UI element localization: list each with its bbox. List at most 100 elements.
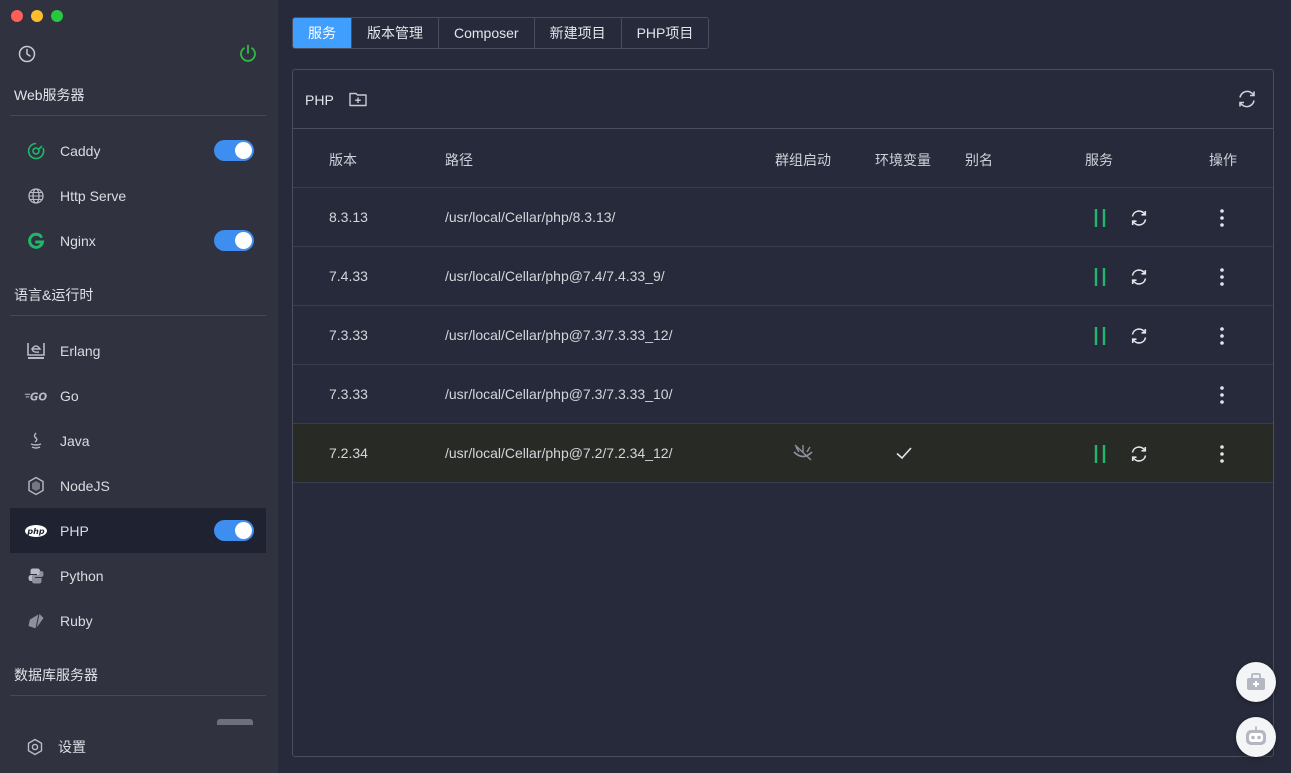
version-cell: 7.3.33 bbox=[329, 327, 368, 343]
table-row: 7.4.33 /usr/local/Cellar/php@7.4/7.4.33_… bbox=[293, 247, 1273, 306]
settings-label: 设置 bbox=[58, 739, 86, 755]
php-service-panel: PHP 版本 路径 群组启动 环境变量 别名 服务 操作 8.3.13 /usr… bbox=[292, 69, 1274, 757]
sidebar-toolbar bbox=[17, 42, 260, 66]
power-icon[interactable] bbox=[238, 43, 258, 68]
pause-icon[interactable] bbox=[1092, 267, 1108, 292]
sidebar-item-label: Ruby bbox=[60, 612, 93, 629]
database-toggle[interactable] bbox=[217, 719, 253, 725]
column-header-group-start: 群组启动 bbox=[775, 152, 831, 168]
column-header-env: 环境变量 bbox=[875, 152, 931, 168]
version-cell: 7.3.33 bbox=[329, 386, 368, 402]
robot-icon bbox=[1243, 725, 1269, 749]
tab-composer[interactable]: Composer bbox=[438, 18, 534, 48]
sidebar-item-label: Java bbox=[60, 432, 90, 449]
app-window: Web服务器 Caddy Http Serve Nginx 语言&运行时 Erl… bbox=[0, 0, 1291, 773]
nodejs-icon bbox=[24, 474, 48, 498]
ruby-icon bbox=[24, 609, 48, 633]
tab-new-project[interactable]: 新建项目 bbox=[533, 18, 621, 48]
section-title-database: 数据库服务器 bbox=[14, 667, 98, 683]
more-options-icon[interactable] bbox=[1218, 267, 1226, 292]
toolbox-button[interactable] bbox=[1236, 662, 1276, 702]
check-icon bbox=[895, 445, 913, 466]
group-start-icon[interactable] bbox=[791, 443, 815, 468]
folder-add-icon[interactable] bbox=[348, 89, 368, 114]
more-options-icon[interactable] bbox=[1218, 385, 1226, 410]
pause-icon[interactable] bbox=[1092, 208, 1108, 233]
svg-text:php: php bbox=[26, 527, 44, 536]
section-title-web: Web服务器 bbox=[14, 87, 85, 103]
sidebar-item-label: Http Serve bbox=[60, 187, 127, 204]
svg-text:GO: GO bbox=[30, 391, 47, 403]
nginx-icon bbox=[24, 229, 48, 253]
globe-icon bbox=[24, 184, 48, 208]
sidebar-item-caddy[interactable]: Caddy bbox=[10, 128, 266, 173]
caddy-icon bbox=[24, 139, 48, 163]
toolbox-icon bbox=[1244, 671, 1268, 693]
column-header-alias: 别名 bbox=[965, 152, 993, 168]
path-cell: /usr/local/Cellar/php/8.3.13/ bbox=[445, 209, 616, 225]
column-header-ops: 操作 bbox=[1209, 152, 1237, 168]
version-cell: 7.2.34 bbox=[329, 445, 368, 461]
more-options-icon[interactable] bbox=[1218, 208, 1226, 233]
table-header: 版本 路径 群组启动 环境变量 别名 服务 操作 bbox=[293, 129, 1273, 188]
tab-service[interactable]: 服务 bbox=[293, 18, 351, 48]
sidebar-item-erlang[interactable]: Erlang bbox=[10, 328, 266, 373]
tab-version-management[interactable]: 版本管理 bbox=[351, 18, 438, 48]
path-cell: /usr/local/Cellar/php@7.4/7.4.33_9/ bbox=[445, 268, 665, 284]
panel-title: PHP bbox=[305, 92, 334, 108]
column-header-service: 服务 bbox=[1085, 152, 1113, 168]
column-header-version: 版本 bbox=[329, 152, 357, 168]
tab-php-projects[interactable]: PHP项目 bbox=[620, 18, 709, 48]
assistant-button[interactable] bbox=[1236, 717, 1276, 757]
nginx-toggle[interactable] bbox=[214, 230, 254, 251]
section-title-languages: 语言&运行时 bbox=[14, 287, 94, 303]
settings-button[interactable]: 设置 bbox=[10, 730, 266, 764]
close-window-button[interactable] bbox=[11, 10, 23, 22]
caddy-toggle[interactable] bbox=[214, 140, 254, 161]
window-controls bbox=[11, 10, 63, 22]
table-row: 7.3.33 /usr/local/Cellar/php@7.3/7.3.33_… bbox=[293, 306, 1273, 365]
sidebar-item-go[interactable]: GO Go bbox=[10, 373, 266, 418]
minimize-window-button[interactable] bbox=[31, 10, 43, 22]
sidebar-item-label: PHP bbox=[60, 522, 89, 539]
php-icon: php bbox=[24, 519, 48, 543]
gear-icon bbox=[26, 738, 44, 756]
refresh-icon[interactable] bbox=[1236, 88, 1258, 115]
table-row: 7.3.33 /usr/local/Cellar/php@7.3/7.3.33_… bbox=[293, 365, 1273, 424]
sidebar-item-label: Nginx bbox=[60, 232, 96, 249]
sidebar-item-label: Caddy bbox=[60, 142, 101, 159]
zoom-window-button[interactable] bbox=[51, 10, 63, 22]
sidebar-item-python[interactable]: Python bbox=[10, 553, 266, 598]
sidebar-item-label: Erlang bbox=[60, 342, 101, 359]
main-content: 服务 版本管理 Composer 新建项目 PHP项目 PHP 版本 路径 群组… bbox=[278, 0, 1291, 773]
sidebar-item-ruby[interactable]: Ruby bbox=[10, 598, 266, 643]
more-options-icon[interactable] bbox=[1218, 326, 1226, 351]
path-cell: /usr/local/Cellar/php@7.3/7.3.33_10/ bbox=[445, 386, 673, 402]
path-cell: /usr/local/Cellar/php@7.2/7.2.34_12/ bbox=[445, 445, 673, 461]
table-row: 7.2.34 /usr/local/Cellar/php@7.2/7.2.34_… bbox=[293, 424, 1273, 483]
sidebar: Web服务器 Caddy Http Serve Nginx 语言&运行时 Erl… bbox=[0, 0, 278, 773]
divider bbox=[10, 115, 266, 116]
restart-icon[interactable] bbox=[1129, 267, 1149, 292]
divider bbox=[10, 315, 266, 316]
tab-bar: 服务 版本管理 Composer 新建项目 PHP项目 bbox=[292, 17, 710, 49]
sidebar-item-nginx[interactable]: Nginx bbox=[10, 218, 266, 263]
sidebar-item-java[interactable]: Java bbox=[10, 418, 266, 463]
more-options-icon[interactable] bbox=[1218, 444, 1226, 469]
sidebar-item-nodejs[interactable]: NodeJS bbox=[10, 463, 266, 508]
sidebar-item-http-serve[interactable]: Http Serve bbox=[10, 173, 266, 218]
sidebar-item-php[interactable]: php PHP bbox=[10, 508, 266, 553]
divider bbox=[10, 695, 266, 696]
restart-icon[interactable] bbox=[1129, 208, 1149, 233]
php-toggle[interactable] bbox=[214, 520, 254, 541]
java-icon bbox=[24, 429, 48, 453]
clock-icon[interactable] bbox=[17, 44, 37, 69]
panel-header: PHP bbox=[293, 70, 1273, 129]
pause-icon[interactable] bbox=[1092, 444, 1108, 469]
restart-icon[interactable] bbox=[1129, 326, 1149, 351]
restart-icon[interactable] bbox=[1129, 444, 1149, 469]
pause-icon[interactable] bbox=[1092, 326, 1108, 351]
version-cell: 8.3.13 bbox=[329, 209, 368, 225]
version-cell: 7.4.33 bbox=[329, 268, 368, 284]
table-row: 8.3.13 /usr/local/Cellar/php/8.3.13/ bbox=[293, 188, 1273, 247]
